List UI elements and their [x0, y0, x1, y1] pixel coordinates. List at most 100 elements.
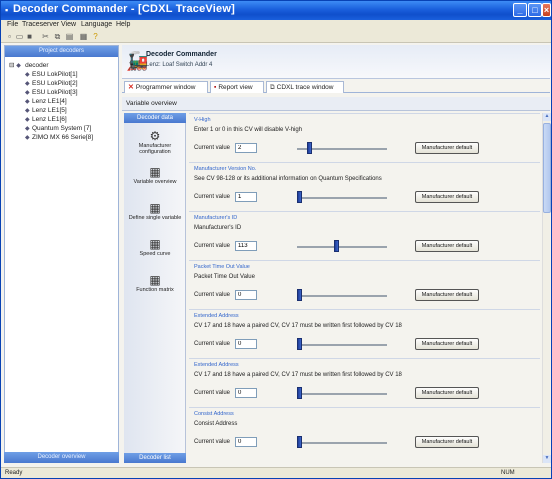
maximize-button[interactable]: □	[528, 3, 542, 17]
help-icon[interactable]: ?	[91, 32, 100, 41]
nav-item-function-matrix[interactable]: ▦ Function matrix	[124, 273, 186, 293]
decoder-icon: ◆	[25, 72, 30, 78]
toolbar: ▫ ▭ ■ ✂ ⧉ ▤ ▦ ?	[1, 30, 551, 43]
current-value-label: Current value	[194, 145, 231, 151]
manufacturer-default-button[interactable]: Manufacturer default	[415, 240, 479, 252]
value-slider-thumb[interactable]	[334, 240, 339, 252]
decoder-list-button[interactable]: Decoder list	[124, 453, 186, 463]
decoder-icon: ◆	[25, 99, 30, 105]
manufacturer-default-button[interactable]: Manufacturer default	[415, 387, 479, 399]
tree-item[interactable]: ◆ Lenz LE1[5]	[25, 107, 67, 114]
title-bar[interactable]: ▪ Decoder Commander - [CDXL TraceView] _…	[1, 1, 551, 20]
minimize-button[interactable]: _	[513, 3, 527, 17]
nav-item-label: Function matrix	[136, 287, 174, 293]
current-value-label: Current value	[194, 194, 231, 200]
open-icon[interactable]: ▭	[15, 32, 24, 41]
window-title: Decoder Commander - [CDXL TraceView]	[13, 3, 235, 15]
manufacturer-default-button[interactable]: Manufacturer default	[415, 142, 479, 154]
tab-cdxl-trace-window[interactable]: ⧉ CDXL trace window	[266, 81, 344, 93]
tab-programmer-window[interactable]: ✕ Programmer window	[124, 81, 208, 93]
cv-description: Enter 1 or 0 in this CV will disable V-h…	[194, 127, 303, 133]
tree-item[interactable]: ◆ ESU LokPilot[1]	[25, 71, 78, 78]
manufacturer-default-button[interactable]: Manufacturer default	[415, 338, 479, 350]
cv-title: Packet Time Out Value	[194, 264, 250, 270]
tree-root-label: decoder	[25, 62, 49, 69]
menu-help[interactable]: Help	[116, 21, 130, 28]
current-value-input[interactable]	[235, 437, 257, 447]
nav-item-define-single-variable[interactable]: ▦ Define single variable	[124, 201, 186, 221]
cv-title: Extended Address	[194, 313, 239, 319]
cut-icon[interactable]: ✂	[41, 32, 50, 41]
decoder-icon: ◆	[25, 135, 30, 141]
tab-label: CDXL trace window	[276, 84, 334, 91]
value-slider-thumb[interactable]	[297, 436, 302, 448]
current-value-input[interactable]	[235, 290, 257, 300]
tab-label: Report view	[218, 84, 253, 91]
decoder-icon: ◆	[25, 81, 30, 87]
new-icon[interactable]: ▫	[5, 32, 14, 41]
tree-item[interactable]: ◆ ESU LokPilot[3]	[25, 89, 78, 96]
decoder-overview-button[interactable]: Decoder overview	[4, 452, 119, 463]
current-value-input[interactable]	[235, 241, 257, 251]
manufacturer-default-button[interactable]: Manufacturer default	[415, 436, 479, 448]
current-value-label: Current value	[194, 292, 231, 298]
value-slider-track[interactable]	[297, 197, 387, 199]
tree-item[interactable]: ◆ Lenz LE1[6]	[25, 116, 67, 123]
decoder-icon: ◆	[25, 126, 30, 132]
decoder-tree-panel: Project decoders ⊟ ◆ decoder ◆ ESU LokPil…	[4, 45, 119, 463]
tree-item[interactable]: ◆ ESU LokPilot[2]	[25, 80, 78, 87]
nav-item-label: Manufacturer configuration	[138, 143, 172, 155]
value-slider-thumb[interactable]	[307, 142, 312, 154]
current-value-input[interactable]	[235, 388, 257, 398]
cv-title: Manufacturer's ID	[194, 215, 238, 221]
value-slider-thumb[interactable]	[297, 191, 302, 203]
current-value-input[interactable]	[235, 339, 257, 349]
menu-language[interactable]: Language	[81, 21, 112, 28]
value-slider-thumb[interactable]	[297, 289, 302, 301]
app-icon: ▪	[5, 5, 9, 15]
value-slider-track[interactable]	[297, 246, 387, 248]
save-icon[interactable]: ■	[25, 32, 34, 41]
manufacturer-default-button[interactable]: Manufacturer default	[415, 191, 479, 203]
current-value-label: Current value	[194, 390, 231, 396]
tree-root[interactable]: ⊟ ◆ decoder	[9, 61, 49, 69]
scroll-down-icon[interactable]: ▼	[543, 455, 551, 463]
cv-title: Manufacturer Version No.	[194, 166, 257, 172]
close-button[interactable]: ×	[542, 3, 551, 17]
current-value-input[interactable]	[235, 143, 257, 153]
tree-item[interactable]: ◆ ZIMO MX 66 Serie[8]	[25, 134, 93, 141]
value-slider-track[interactable]	[297, 393, 387, 395]
print-icon[interactable]: ▦	[79, 32, 88, 41]
menu-file[interactable]: File	[7, 21, 18, 28]
tab-report-view[interactable]: ▪ Report view	[210, 81, 264, 93]
collapse-icon[interactable]: ⊟	[9, 62, 14, 69]
value-slider-track[interactable]	[297, 442, 387, 444]
paste-icon[interactable]: ▤	[65, 32, 74, 41]
manufacturer-default-button[interactable]: Manufacturer default	[415, 289, 479, 301]
cv-section: Manufacturer Version No. See CV 98-128 or…	[189, 162, 540, 210]
cv-section: Consist Address Consist Address Current va…	[189, 407, 540, 455]
cv-section: Extended Address CV 17 and 18 have a pair…	[189, 309, 540, 357]
menu-traceserver[interactable]: Traceserver	[22, 21, 59, 28]
nav-item-variable-overview[interactable]: ▦ Variable overview	[124, 165, 186, 185]
copy-icon[interactable]: ⧉	[53, 32, 62, 41]
tree-item[interactable]: ◆ Quantum System [7]	[25, 125, 91, 132]
menu-view[interactable]: View	[61, 21, 76, 28]
value-slider-track[interactable]	[297, 295, 387, 297]
nav-item-speed-curve[interactable]: ▦ Speed curve	[124, 237, 186, 257]
current-value-label: Current value	[194, 439, 231, 445]
close-tab-icon[interactable]: ✕	[128, 84, 134, 91]
scroll-up-icon[interactable]: ▲	[543, 113, 551, 121]
value-slider-thumb[interactable]	[297, 338, 302, 350]
cv-description: CV 17 and 18 have a paired CV, CV 17 mus…	[194, 372, 402, 378]
trace-icon: ⧉	[270, 84, 275, 91]
nav-item-manufacturer-configuration[interactable]: ⚙ Manufacturer configuration	[124, 129, 186, 155]
scroll-thumb[interactable]	[543, 123, 551, 213]
current-value-label: Current value	[194, 243, 231, 249]
tree-item[interactable]: ◆ Lenz LE1[4]	[25, 98, 67, 105]
value-slider-thumb[interactable]	[297, 387, 302, 399]
current-value-input[interactable]	[235, 192, 257, 202]
value-slider-track[interactable]	[297, 344, 387, 346]
vertical-scrollbar[interactable]: ▲ ▼	[542, 113, 551, 463]
variable-overview-bar: Variable overview	[122, 97, 550, 111]
